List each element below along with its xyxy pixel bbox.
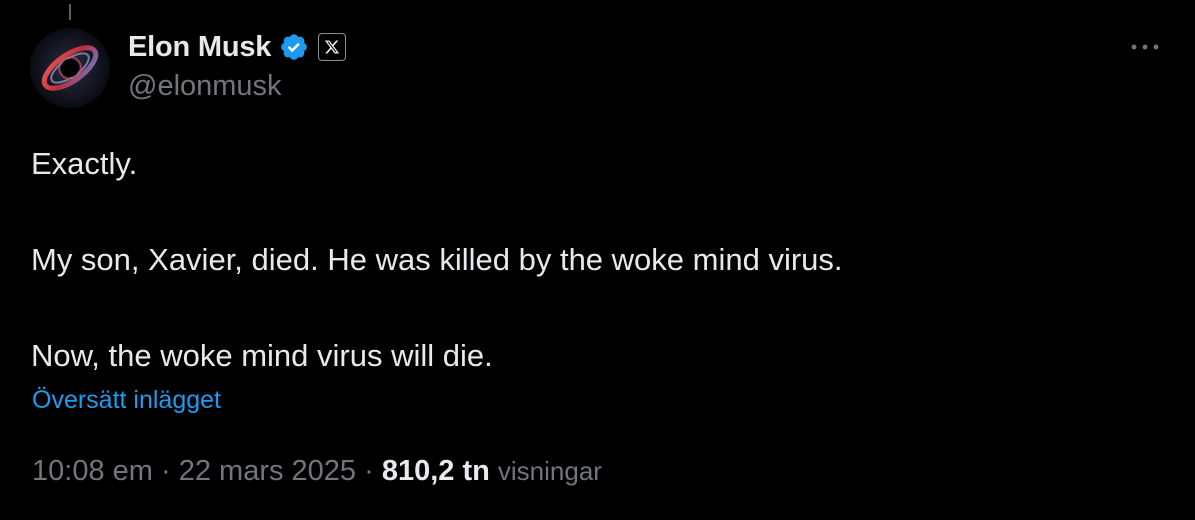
tweet-metadata: 10:08 em · 22 mars 2025 · 810,2 tn visni… [32,455,602,488]
x-logo-icon [325,40,340,54]
views-label: visningar [497,456,602,486]
tweet-body: Exactly. My son, Xavier, died. He was ki… [31,140,1161,380]
tweet-container: Elon Musk @elonmusk Exactly. My son, Xav… [0,0,1195,520]
thread-connector-line [69,4,71,20]
avatar[interactable] [30,28,110,108]
tweet-date[interactable]: 22 mars 2025 [179,455,356,487]
verified-badge-icon[interactable] [279,32,309,62]
meta-separator: · [364,455,374,487]
author-display-name[interactable]: Elon Musk [128,31,271,64]
more-options-button[interactable] [1125,34,1165,60]
views-count[interactable]: 810,2 tn [382,455,490,487]
translate-post-link[interactable]: Översätt inlägget [32,386,221,415]
tweet-paragraph: Now, the woke mind virus will die. [31,338,493,373]
tweet-paragraph: My son, Xavier, died. He was killed by t… [31,242,843,277]
avatar-image [30,28,110,108]
more-horizontal-icon [1131,44,1159,50]
tweet-time[interactable]: 10:08 em [32,455,153,487]
author-handle[interactable]: @elonmusk [128,70,282,103]
tweet-paragraph: Exactly. [31,146,138,181]
affiliate-badge[interactable] [318,33,347,61]
meta-separator: · [160,455,171,487]
author-name-row: Elon Musk [128,28,347,66]
